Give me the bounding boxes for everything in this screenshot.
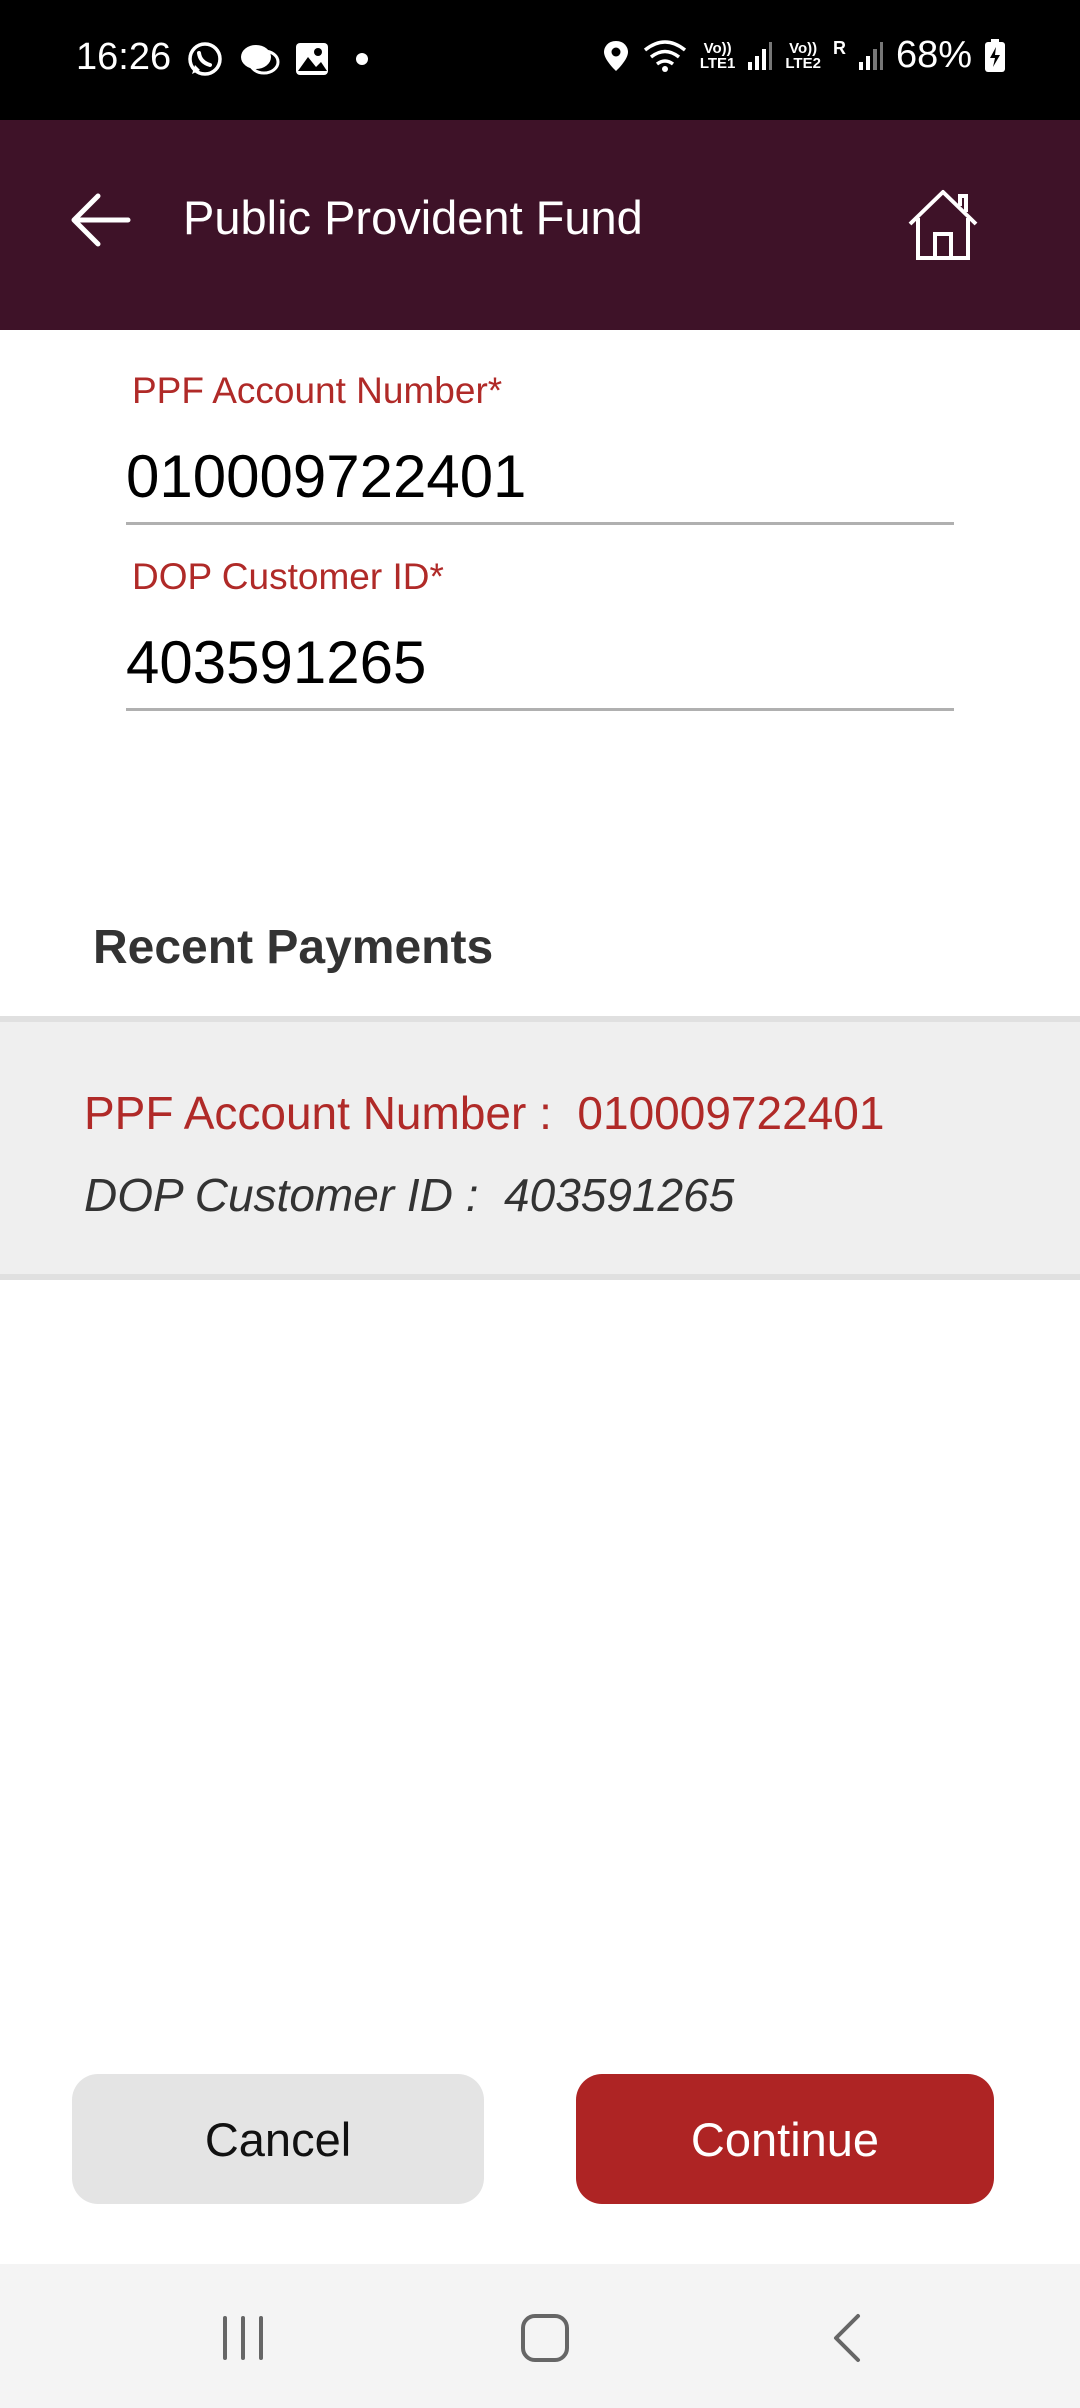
- home-nav-icon[interactable]: [510, 2308, 580, 2368]
- battery-percent: 68%: [895, 34, 972, 76]
- dop-customer-label: DOP Customer ID*: [132, 556, 444, 597]
- continue-button[interactable]: Continue: [576, 2074, 994, 2204]
- sim1-label: Vo)) LTE1: [699, 39, 736, 72]
- system-icons: Vo)) LTE1 Vo)) LTE2 R 68%: [602, 34, 1006, 77]
- recent-apps-icon[interactable]: [208, 2308, 278, 2368]
- system-nav-bar: [0, 2264, 1080, 2408]
- status-time: 16:26: [76, 36, 172, 78]
- home-icon[interactable]: [904, 186, 982, 264]
- signal-icon: [858, 41, 883, 70]
- page-title: Public Provident Fund: [183, 191, 643, 244]
- chat-icon: [241, 45, 280, 75]
- ppf-account-field[interactable]: PPF Account Number* 010009722401: [126, 360, 954, 526]
- recent-payments-heading: Recent Payments: [93, 921, 494, 974]
- recent-account-text: PPF Account Number : 010009722401: [84, 1087, 885, 1139]
- signal-icon: [748, 41, 773, 70]
- status-bar: 16:26 Vo)) LTE1 Vo)) LTE2 R 68%: [0, 0, 1080, 120]
- notification-icons: [186, 40, 374, 78]
- battery-icon: [985, 38, 1005, 72]
- back-nav-icon[interactable]: [812, 2308, 882, 2368]
- wifi-icon: [643, 39, 686, 72]
- back-arrow-icon[interactable]: [66, 184, 138, 256]
- ppf-account-underline: [126, 522, 954, 525]
- sim2-label: Vo)) LTE2: [785, 39, 821, 72]
- app-bar: Public Provident Fund: [0, 120, 1080, 330]
- ppf-account-input[interactable]: 010009722401: [126, 442, 526, 511]
- dop-customer-input[interactable]: 403591265: [126, 628, 426, 697]
- dop-customer-field[interactable]: DOP Customer ID* 403591265: [126, 546, 954, 712]
- ppf-account-label: PPF Account Number*: [132, 370, 503, 411]
- dop-customer-underline: [126, 708, 954, 711]
- recent-payment-item[interactable]: PPF Account Number : 010009722401 DOP Cu…: [0, 1016, 1080, 1280]
- roaming-indicator: R: [832, 38, 846, 58]
- location-icon: [603, 40, 628, 71]
- whatsapp-icon: [188, 42, 222, 76]
- dot-icon: [356, 53, 368, 65]
- gallery-icon: [296, 43, 328, 75]
- recent-customer-text: DOP Customer ID : 403591265: [84, 1169, 735, 1221]
- cancel-button[interactable]: Cancel: [72, 2074, 484, 2204]
